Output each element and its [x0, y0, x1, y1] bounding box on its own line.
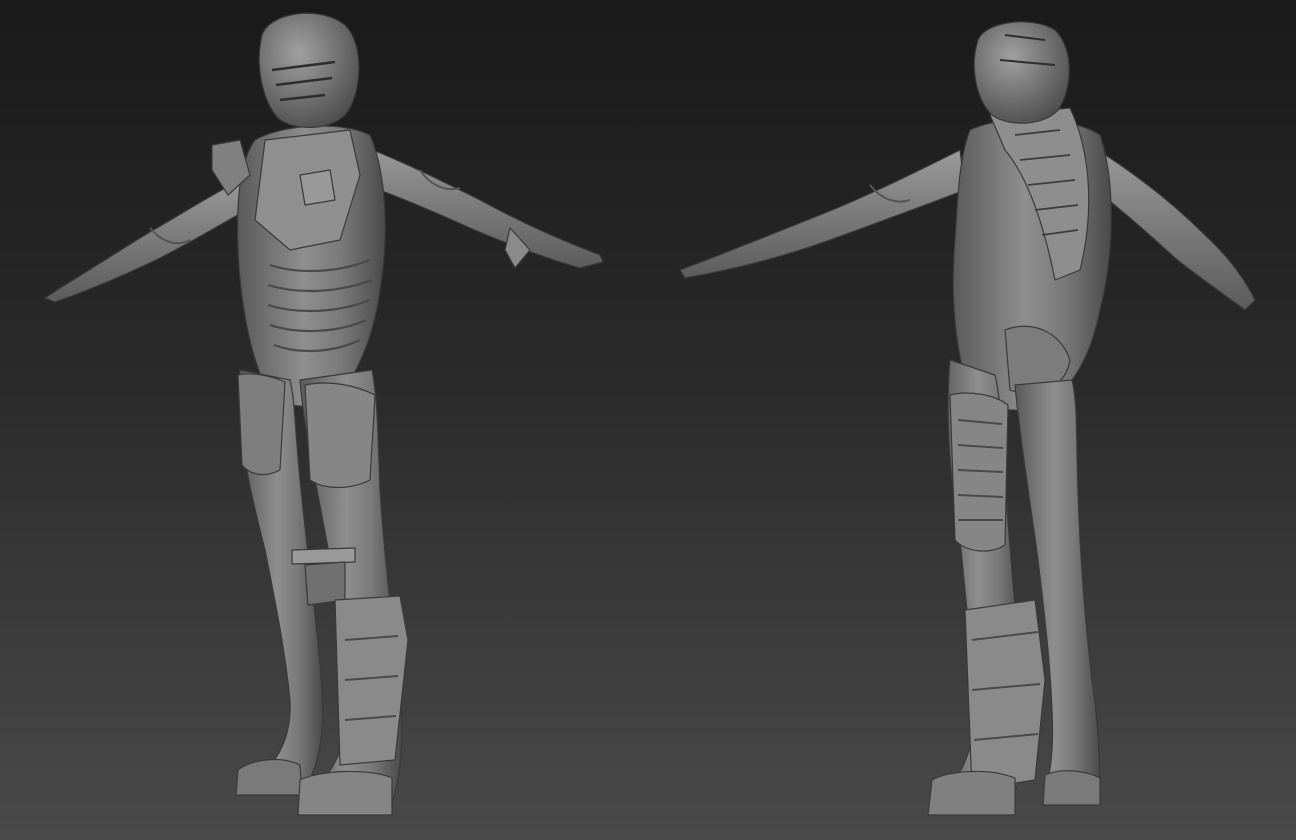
- right-arm: [1089, 144, 1256, 311]
- knee-brace: [291, 547, 356, 565]
- right-boot: [297, 770, 393, 816]
- sculpt-viewport: [0, 0, 1296, 840]
- shin-armor: [964, 599, 1046, 791]
- right-boot: [1042, 770, 1101, 806]
- figure-back-view: [679, 21, 1256, 816]
- left-boot: [235, 759, 303, 796]
- right-arm: [359, 144, 604, 269]
- figure-front-view: [44, 12, 604, 816]
- left-boot: [927, 770, 1016, 816]
- left-arm: [44, 174, 256, 303]
- left-arm: [679, 149, 966, 279]
